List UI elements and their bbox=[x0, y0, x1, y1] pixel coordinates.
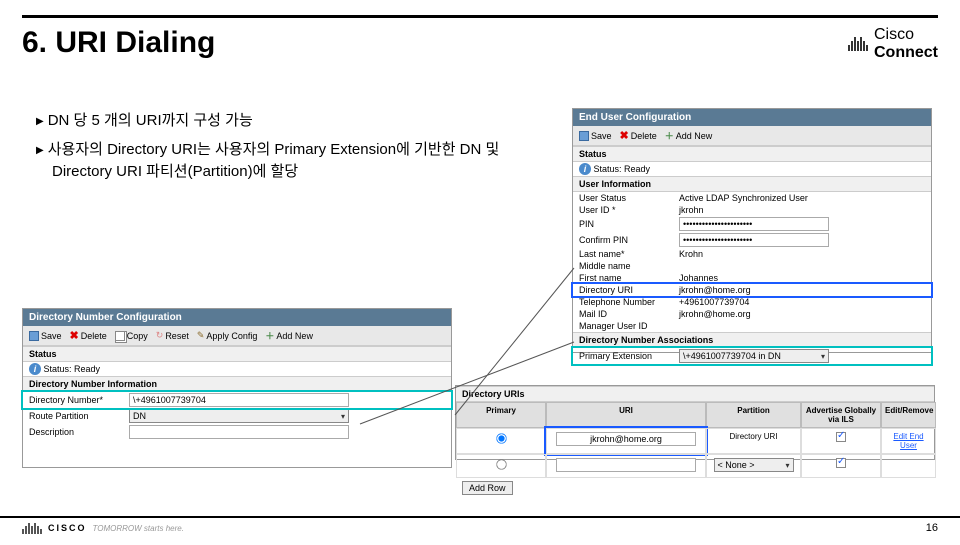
select-partition-2[interactable]: < None > bbox=[714, 458, 794, 472]
col-partition: Partition bbox=[706, 402, 801, 428]
lbl-route-partition: Route Partition bbox=[29, 411, 129, 421]
bullet-list: ▶ DN 당 5 개의 URI까지 구성 가능 ▶ 사용자의 Directory U… bbox=[36, 110, 536, 190]
panel-toolbar: Save ✖Delete Copy ↻Reset ✎Apply Config ＋… bbox=[23, 326, 451, 346]
cell-partition: Directory URI bbox=[706, 428, 801, 454]
status-text: Status: Ready bbox=[594, 164, 925, 174]
apply-config-button[interactable]: ✎Apply Config bbox=[197, 330, 258, 341]
save-button[interactable]: Save bbox=[29, 331, 62, 341]
delete-icon: ✖ bbox=[70, 329, 79, 342]
apply-icon: ✎ bbox=[197, 330, 205, 341]
add-row-button[interactable]: Add Row bbox=[462, 481, 513, 495]
page-title: 6. URI Dialing bbox=[22, 26, 215, 60]
edit-end-user-link[interactable]: Edit End User bbox=[893, 432, 923, 450]
dn-config-panel: Directory Number Configuration Save ✖Del… bbox=[22, 308, 452, 468]
val-telephone: +4961007739704 bbox=[679, 297, 925, 307]
delete-icon: ✖ bbox=[620, 129, 629, 142]
input-uri[interactable]: jkrohn@home.org bbox=[556, 432, 696, 446]
panel-toolbar: Save ✖Delete ＋Add New bbox=[573, 126, 931, 146]
input-description[interactable] bbox=[129, 425, 349, 439]
bullet-1: DN 당 5 개의 URI까지 구성 가능 bbox=[48, 112, 253, 129]
col-uri: URI bbox=[546, 402, 706, 428]
select-primary-ext[interactable]: \+4961007739704 in DN bbox=[679, 349, 829, 363]
chk-advertise-2[interactable] bbox=[836, 458, 846, 468]
save-icon bbox=[579, 131, 589, 141]
cell-primary-radio-2[interactable] bbox=[456, 454, 546, 478]
val-user-status: Active LDAP Synchronized User bbox=[679, 193, 925, 203]
lbl-confirm-pin: Confirm PIN bbox=[579, 235, 679, 245]
info-icon: i bbox=[29, 363, 41, 375]
val-first-name: Johannes bbox=[679, 273, 925, 283]
add-new-button[interactable]: ＋Add New bbox=[665, 129, 713, 142]
info-icon: i bbox=[579, 163, 591, 175]
page-number: 16 bbox=[926, 522, 938, 534]
cisco-bars-icon bbox=[22, 523, 42, 534]
delete-button[interactable]: ✖Delete bbox=[70, 329, 107, 342]
val-mail-id: jkrohn@home.org bbox=[679, 309, 925, 319]
col-advertise: Advertise Globally via ILS bbox=[801, 402, 881, 428]
lbl-dn: Directory Number* bbox=[29, 395, 129, 405]
lbl-first-name: First name bbox=[579, 273, 679, 283]
status-section: Status bbox=[23, 346, 451, 362]
panel-header: End User Configuration bbox=[573, 109, 931, 126]
val-last-name: Krohn bbox=[679, 249, 925, 259]
copy-button[interactable]: Copy bbox=[115, 331, 148, 341]
lbl-middle-name: Middle name bbox=[579, 261, 679, 271]
lbl-primary-ext: Primary Extension bbox=[579, 351, 679, 361]
dir-uris-section: Directory URIs bbox=[456, 386, 934, 402]
col-edit: Edit/Remove bbox=[881, 402, 936, 428]
directory-uris-panel: Directory URIs Primary URI Partition Adv… bbox=[455, 385, 935, 460]
input-confirm-pin[interactable]: •••••••••••••••••••••• bbox=[679, 233, 829, 247]
delete-button[interactable]: ✖Delete bbox=[620, 129, 657, 142]
input-pin[interactable]: •••••••••••••••••••••• bbox=[679, 217, 829, 231]
copy-icon bbox=[115, 331, 125, 341]
lbl-directory-uri: Directory URI bbox=[579, 285, 679, 295]
dn-info-section: Directory Number Information bbox=[23, 376, 451, 392]
logo-brand: Cisco bbox=[874, 26, 938, 44]
end-user-config-panel: End User Configuration Save ✖Delete ＋Add… bbox=[572, 108, 932, 353]
add-new-button[interactable]: ＋Add New bbox=[265, 329, 313, 342]
logo-sub: Connect bbox=[874, 44, 938, 62]
cell-primary-radio[interactable] bbox=[456, 428, 546, 454]
bullet-2: 사용자의 Directory URI는 사용자의 Primary Extensi… bbox=[48, 141, 500, 181]
plus-icon: ＋ bbox=[665, 129, 674, 142]
footer: CISCO TOMORROW starts here. 16 bbox=[0, 516, 960, 534]
status-section: Status bbox=[573, 146, 931, 162]
col-primary: Primary bbox=[456, 402, 546, 428]
plus-icon: ＋ bbox=[265, 329, 274, 342]
val-directory-uri: jkrohn@home.org bbox=[679, 285, 925, 295]
lbl-pin: PIN bbox=[579, 219, 679, 229]
footer-brand: CISCO bbox=[48, 523, 87, 533]
input-uri-2[interactable] bbox=[556, 458, 696, 472]
user-info-section: User Information bbox=[573, 176, 931, 192]
chk-advertise-1[interactable] bbox=[836, 432, 846, 442]
lbl-last-name: Last name* bbox=[579, 249, 679, 259]
lbl-mail-id: Mail ID bbox=[579, 309, 679, 319]
lbl-manager: Manager User ID bbox=[579, 321, 679, 331]
lbl-user-id: User ID * bbox=[579, 205, 679, 215]
save-button[interactable]: Save bbox=[579, 131, 612, 141]
lbl-user-status: User Status bbox=[579, 193, 679, 203]
lbl-description: Description bbox=[29, 427, 129, 437]
dir-uris-table: Primary URI Partition Advertise Globally… bbox=[456, 402, 934, 478]
select-route-partition[interactable]: DN bbox=[129, 409, 349, 423]
input-dn[interactable]: \+4961007739704 bbox=[129, 393, 349, 407]
status-text: Status: Ready bbox=[44, 364, 445, 374]
panel-header: Directory Number Configuration bbox=[23, 309, 451, 326]
logo-bars-icon bbox=[848, 37, 868, 51]
footer-tagline: TOMORROW starts here. bbox=[93, 524, 184, 533]
save-icon bbox=[29, 331, 39, 341]
val-user-id: jkrohn bbox=[679, 205, 925, 215]
top-logo: Cisco Connect bbox=[848, 26, 938, 62]
lbl-telephone: Telephone Number bbox=[579, 297, 679, 307]
reset-icon: ↻ bbox=[156, 330, 164, 341]
dn-assoc-section: Directory Number Associations bbox=[573, 332, 931, 348]
triangle-icon: ▶ bbox=[36, 116, 44, 127]
reset-button[interactable]: ↻Reset bbox=[156, 330, 189, 341]
triangle-icon: ▶ bbox=[36, 145, 44, 156]
